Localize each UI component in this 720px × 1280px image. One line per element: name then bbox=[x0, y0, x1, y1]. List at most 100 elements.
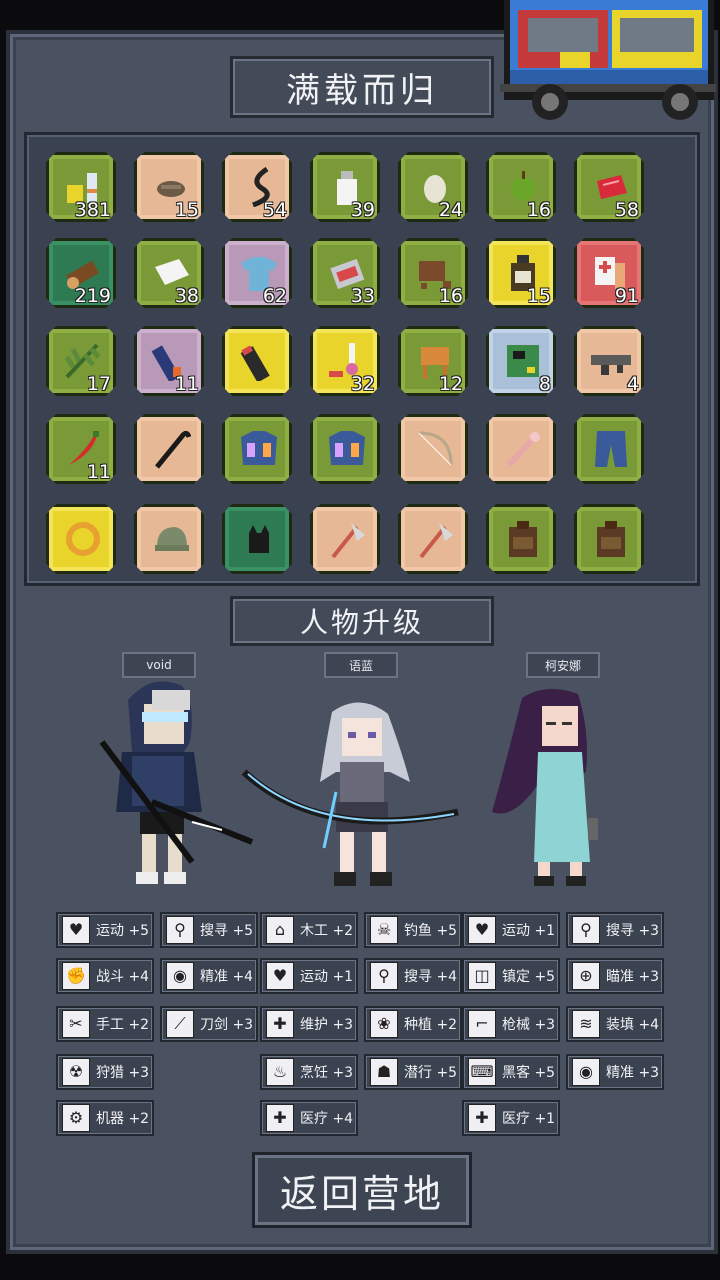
skill-badge: ❀ 种植 +2 bbox=[364, 1006, 462, 1042]
inventory-slot[interactable]: 58 bbox=[574, 152, 644, 222]
skill-label: 潜行 +5 bbox=[404, 1065, 458, 1081]
skill-label: 精准 +3 bbox=[606, 1065, 660, 1081]
skill-badge: ✚ 医疗 +1 bbox=[462, 1100, 560, 1136]
item-count: 11 bbox=[86, 461, 111, 483]
skill-label: 种植 +2 bbox=[404, 1017, 458, 1033]
skill-badge: ⌨ 黑客 +5 bbox=[462, 1054, 560, 1090]
item-count: 15 bbox=[526, 285, 551, 307]
skill-badge: ⟋ 刀剑 +3 bbox=[160, 1006, 258, 1042]
inventory-slot[interactable] bbox=[46, 504, 116, 574]
inventory-slot[interactable] bbox=[486, 504, 556, 574]
skill-label: 维护 +3 bbox=[300, 1017, 354, 1033]
battery-icon bbox=[239, 341, 279, 381]
skill-badge: ✂ 手工 +2 bbox=[56, 1006, 154, 1042]
bow-icon bbox=[415, 429, 455, 469]
skill-badge: ≋ 装填 +4 bbox=[566, 1006, 664, 1042]
character-keanna-sprite[interactable] bbox=[486, 672, 616, 894]
inventory-slot[interactable]: 12 bbox=[398, 326, 468, 396]
character-yulan-sprite[interactable] bbox=[240, 672, 460, 894]
character-void-sprite[interactable] bbox=[92, 672, 262, 894]
skill-badge: ⚙ 机器 +2 bbox=[56, 1100, 154, 1136]
inventory-slot[interactable]: 33 bbox=[310, 238, 380, 308]
inventory-slot[interactable]: 219 bbox=[46, 238, 116, 308]
inventory-slot[interactable] bbox=[310, 414, 380, 484]
glasses-icon: ◫ bbox=[468, 962, 496, 990]
item-count: 219 bbox=[74, 285, 111, 307]
inventory-slot[interactable]: 62 bbox=[222, 238, 292, 308]
item-count: 91 bbox=[614, 285, 639, 307]
item-count: 24 bbox=[438, 199, 463, 221]
inventory-slot[interactable] bbox=[486, 414, 556, 484]
plant-icon: ❀ bbox=[370, 1010, 398, 1038]
inventory-slot[interactable]: 24 bbox=[398, 152, 468, 222]
sneak-icon: ☗ bbox=[370, 1058, 398, 1086]
inventory-slot[interactable] bbox=[310, 504, 380, 574]
skill-badge: ☗ 潜行 +5 bbox=[364, 1054, 462, 1090]
skill-badge: ☢ 狩猎 +3 bbox=[56, 1054, 154, 1090]
skill-label: 医疗 +4 bbox=[300, 1111, 354, 1127]
inventory-slot[interactable]: 38 bbox=[134, 238, 204, 308]
item-count: 62 bbox=[262, 285, 287, 307]
eye-icon: ◉ bbox=[572, 1058, 600, 1086]
inventory-slot[interactable]: 4 bbox=[574, 326, 644, 396]
skill-badge: ◉ 精准 +3 bbox=[566, 1054, 664, 1090]
skill-label: 运动 +5 bbox=[96, 923, 150, 939]
inventory-slot[interactable] bbox=[222, 326, 292, 396]
scissors-icon: ✂ bbox=[62, 1010, 90, 1038]
item-count: 33 bbox=[350, 285, 375, 307]
inventory-slot[interactable] bbox=[574, 414, 644, 484]
inventory-slot[interactable]: 8 bbox=[486, 326, 556, 396]
skill-label: 木工 +2 bbox=[300, 923, 354, 939]
item-count: 11 bbox=[174, 373, 199, 395]
item-count: 15 bbox=[174, 199, 199, 221]
magnifier-icon: ⚲ bbox=[370, 962, 398, 990]
inventory-slot[interactable]: 91 bbox=[574, 238, 644, 308]
item-count: 58 bbox=[614, 199, 639, 221]
skill-label: 镇定 +5 bbox=[502, 969, 556, 985]
section-title: 人物升级 bbox=[230, 596, 494, 646]
inventory-slot[interactable] bbox=[134, 504, 204, 574]
inventory-slot[interactable]: 15 bbox=[486, 238, 556, 308]
hacker-icon: ⌨ bbox=[468, 1058, 496, 1086]
item-count: 54 bbox=[262, 199, 287, 221]
skill-label: 狩猎 +3 bbox=[96, 1065, 150, 1081]
skill-label: 医疗 +1 bbox=[502, 1111, 556, 1127]
skill-badge: ⌂ 木工 +2 bbox=[260, 912, 358, 948]
jacket-icon bbox=[327, 429, 367, 469]
wrench-icon: ✚ bbox=[266, 1010, 294, 1038]
item-count: 12 bbox=[438, 373, 463, 395]
inventory-slot[interactable] bbox=[398, 414, 468, 484]
inventory-slot[interactable]: 11 bbox=[134, 326, 204, 396]
skill-badge: ♥ 运动 +5 bbox=[56, 912, 154, 948]
inventory-slot[interactable]: 381 bbox=[46, 152, 116, 222]
skill-badge: ⊕ 瞄准 +3 bbox=[566, 958, 664, 994]
eye-icon: ◉ bbox=[166, 962, 194, 990]
inventory-slot[interactable]: 32 bbox=[310, 326, 380, 396]
inventory-slot[interactable]: 15 bbox=[134, 152, 204, 222]
item-count: 8 bbox=[538, 373, 551, 395]
skill-label: 枪械 +3 bbox=[502, 1017, 556, 1033]
inventory-slot[interactable] bbox=[574, 504, 644, 574]
skill-badge: ⚲ 搜寻 +5 bbox=[160, 912, 258, 948]
inventory-slot[interactable] bbox=[222, 414, 292, 484]
inventory-slot[interactable] bbox=[134, 414, 204, 484]
page-title: 满载而归 bbox=[230, 56, 494, 118]
inventory-slot[interactable] bbox=[222, 504, 292, 574]
inventory-slot[interactable]: 11 bbox=[46, 414, 116, 484]
skill-badge: ⌐ 枪械 +3 bbox=[462, 1006, 560, 1042]
heart-icon: ♥ bbox=[468, 916, 496, 944]
fish-icon: ☠ bbox=[370, 916, 398, 944]
inventory-slot[interactable]: 17 bbox=[46, 326, 116, 396]
skill-label: 手工 +2 bbox=[96, 1017, 150, 1033]
inventory-slot[interactable] bbox=[398, 504, 468, 574]
van-icon bbox=[500, 0, 716, 120]
skill-label: 瞄准 +3 bbox=[606, 969, 660, 985]
inventory-slot[interactable]: 16 bbox=[398, 238, 468, 308]
backpack-icon bbox=[591, 519, 631, 559]
inventory-slot[interactable]: 39 bbox=[310, 152, 380, 222]
inventory-slot[interactable]: 16 bbox=[486, 152, 556, 222]
skill-label: 烹饪 +3 bbox=[300, 1065, 354, 1081]
return-to-camp-button[interactable]: 返回营地 bbox=[252, 1152, 472, 1228]
inventory-slot[interactable]: 54 bbox=[222, 152, 292, 222]
item-count: 16 bbox=[526, 199, 551, 221]
